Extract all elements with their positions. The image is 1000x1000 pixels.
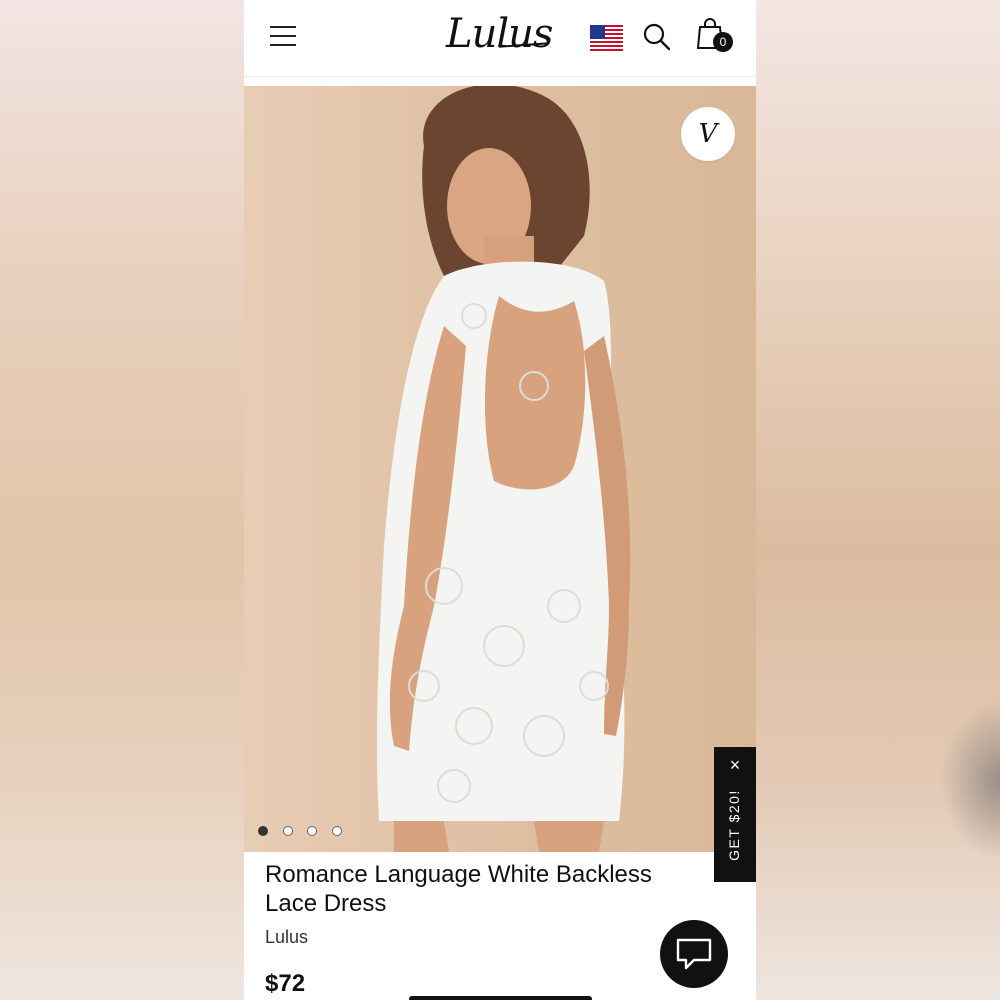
chat-button[interactable] xyxy=(660,920,728,988)
product-image[interactable]: V xyxy=(244,86,756,852)
promo-tab[interactable]: × GET $20! xyxy=(714,747,756,882)
carousel-dot-1[interactable] xyxy=(258,826,268,836)
site-header: Lulus 0 xyxy=(244,0,756,77)
chat-bubble-icon xyxy=(676,938,712,970)
carousel-dot-2[interactable] xyxy=(283,826,293,836)
close-icon[interactable]: × xyxy=(727,756,743,774)
site-logo[interactable]: Lulus xyxy=(446,8,556,60)
menu-icon[interactable] xyxy=(270,24,300,50)
background-blur-left xyxy=(0,0,244,1000)
cart-count-badge[interactable]: 0 xyxy=(713,32,733,52)
heart-v-icon: V xyxy=(698,119,718,149)
home-indicator xyxy=(409,996,592,1000)
mobile-page: Lulus 0 V × GET $20! Romance Language Wh… xyxy=(244,0,756,1000)
carousel-dot-4[interactable] xyxy=(332,826,342,836)
promo-label[interactable]: GET $20! xyxy=(726,777,746,873)
background-blur-right xyxy=(756,0,1000,1000)
product-title: Romance Language White Backless Lace Dre… xyxy=(265,861,652,917)
product-brand-link[interactable]: Lulus xyxy=(265,927,308,948)
model-photo xyxy=(376,86,631,852)
us-flag-icon[interactable] xyxy=(590,25,623,51)
product-price: $72 xyxy=(265,970,306,997)
search-icon[interactable] xyxy=(642,22,672,52)
carousel-dot-3[interactable] xyxy=(307,826,317,836)
wishlist-button[interactable]: V xyxy=(681,107,735,161)
